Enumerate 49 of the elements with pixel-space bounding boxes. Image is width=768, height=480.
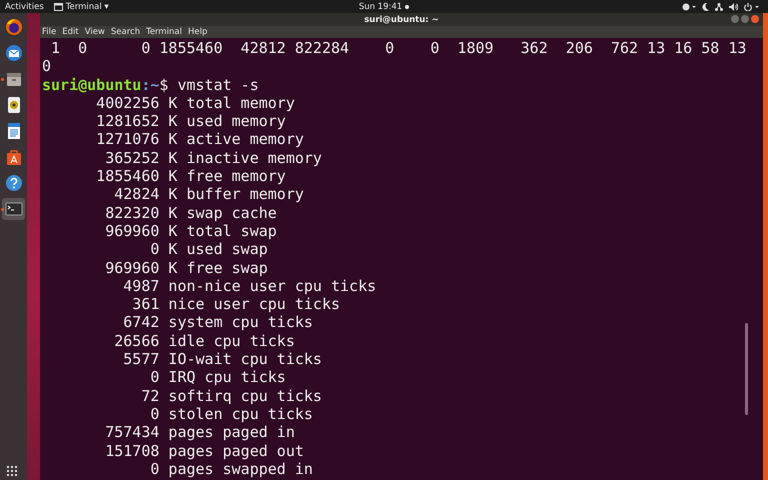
app-menu[interactable]: Terminal ▾ (66, 2, 109, 12)
output-line: 0 pages swapped in (149, 460, 314, 478)
moon-icon[interactable] (702, 2, 709, 10)
output-line: 361 nice user cpu ticks (131, 295, 342, 314)
shopping-bag-icon[interactable] (4, 148, 22, 166)
menu-item[interactable]: Search (110, 27, 140, 37)
folder-icon[interactable] (4, 70, 22, 88)
output-line: 42824 K buffer memory (113, 185, 305, 204)
menu-item[interactable]: Edit (62, 27, 79, 37)
output-line: 1855460 K free memory (95, 167, 287, 186)
output-line: 969960 K free swap (104, 258, 269, 277)
help-icon[interactable] (4, 174, 22, 192)
output-line: 151708 pages paged out (104, 442, 305, 460)
output-line: 26566 idle cpu ticks (113, 332, 296, 350)
output-line: 1 0 0 1855460 42812 822284 0 0 1809 362 206 762 13 16 58 13 (50, 39, 748, 58)
prompt-line: suri@ubuntu:~$ vmstat -s (42, 76, 260, 94)
mail-icon[interactable] (4, 44, 22, 62)
output-line: 72 softirq cpu ticks (140, 386, 323, 405)
output-line: 0 (42, 57, 52, 76)
accessibility-icon[interactable] (682, 2, 696, 10)
activities-button[interactable]: Activities (0, 2, 50, 12)
output-line: 0 K used swap (149, 240, 269, 259)
output-line: 0 stolen cpu ticks (149, 404, 314, 424)
menu-item[interactable]: Terminal (146, 27, 182, 37)
output-line: 365252 K inactive memory (104, 148, 323, 168)
output-line: 6742 system cpu ticks (122, 313, 314, 332)
close-button[interactable] (751, 15, 759, 23)
menu-item[interactable]: View (84, 27, 105, 37)
maximize-button[interactable] (741, 15, 749, 23)
output-line: 969960 K total swap (104, 222, 278, 240)
minimize-button[interactable] (731, 15, 739, 23)
menu-item[interactable]: Help (188, 27, 208, 37)
output-line: 757434 pages paged in (104, 423, 296, 442)
menu-item[interactable]: File (42, 27, 56, 37)
clock-button[interactable]: Sun 19:41 (358, 2, 402, 12)
output-line: 4002256 K total memory (95, 94, 296, 112)
output-line: 1271076 K active memory (95, 130, 305, 149)
power-icon[interactable] (744, 2, 760, 10)
output-line: 4987 non-nice user cpu ticks (122, 276, 378, 296)
scrollbar[interactable] (745, 323, 748, 415)
output-line: 0 IRQ cpu ticks (149, 368, 287, 387)
output-line: 822320 K swap cache (104, 204, 278, 222)
app-grid-icon[interactable] (7, 466, 17, 476)
network-icon[interactable] (715, 2, 723, 10)
speaker-icon[interactable] (729, 2, 738, 10)
output-line: 5577 IO-wait cpu ticks (122, 350, 323, 368)
output-line: 1281652 K used memory (95, 112, 287, 130)
firefox-icon[interactable] (4, 18, 22, 36)
window-title: suri@ubuntu: ~ (364, 14, 439, 24)
